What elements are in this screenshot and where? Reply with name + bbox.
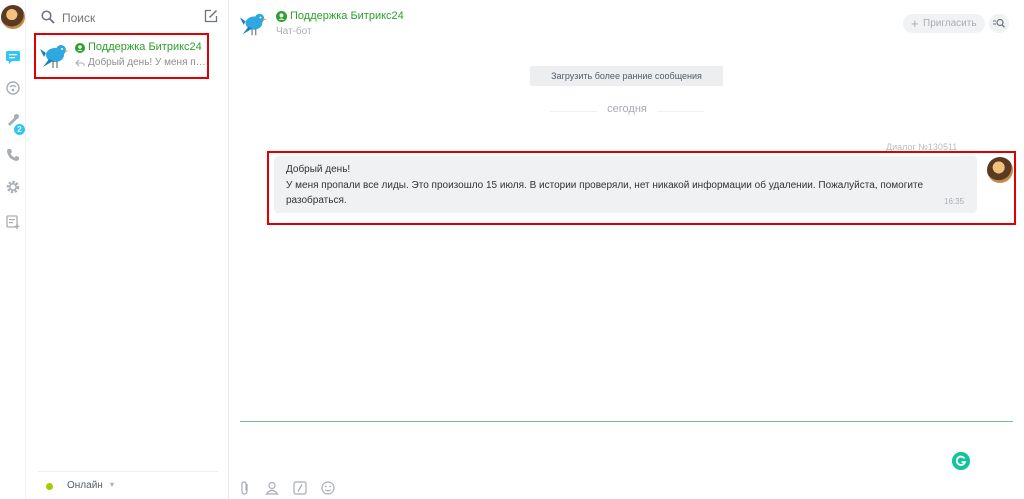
messenger-app: 2 Поиск Поддержка Битрикс24 Добрый день!… — [0, 0, 1024, 499]
search-input[interactable] — [62, 9, 192, 27]
chat-preview: Добрый день! У меня проп... — [88, 57, 208, 68]
recent-list-panel: Поддержка Битрикс24 Добрый день! У меня … — [26, 0, 229, 499]
openlines-icon[interactable] — [5, 80, 21, 96]
dialog-panel: Поддержка Битрикс24 Чат-бот Пригласить +… — [229, 0, 1024, 499]
reply-icon — [75, 59, 85, 67]
dialog-title[interactable]: Поддержка Битрикс24 — [290, 10, 404, 22]
message-time: 16:35 — [944, 197, 965, 206]
dialog-subtitle: Чат-бот — [276, 26, 312, 37]
status-label: Онлайн — [67, 480, 103, 491]
smile-icon[interactable] — [321, 481, 335, 495]
chevron-down-icon: ▾ — [110, 480, 115, 489]
left-rail: 2 — [0, 0, 26, 499]
command-icon[interactable] — [293, 481, 307, 495]
author-avatar[interactable] — [987, 157, 1013, 183]
divider — [657, 111, 704, 112]
online-dot-icon — [46, 483, 53, 490]
user-icon[interactable] — [265, 481, 279, 495]
message-line: У меня пропали все лиды. Это произошло 1… — [286, 180, 924, 191]
chat-icon[interactable] — [5, 49, 21, 65]
notification-badge: 2 — [14, 124, 25, 135]
day-separator: сегодня — [607, 103, 647, 115]
chat-name: Поддержка Битрикс24 — [88, 41, 202, 53]
attach-icon[interactable] — [238, 481, 252, 495]
message-line: разобраться. — [286, 195, 347, 206]
search-icon — [41, 10, 55, 24]
search-history-icon[interactable] — [989, 14, 1009, 33]
message-input-border — [240, 421, 1013, 422]
plus-icon: + — [911, 16, 919, 31]
online-status-icon — [276, 11, 287, 22]
compose-icon[interactable] — [204, 9, 218, 23]
online-status-icon — [75, 43, 85, 53]
settings-icon[interactable] — [5, 179, 21, 195]
bot-avatar-icon — [239, 13, 267, 36]
user-avatar[interactable] — [1, 5, 25, 29]
recent-chat-item[interactable]: Поддержка Битрикс24 Добрый день! У меня … — [34, 33, 209, 79]
load-earlier-button[interactable]: Загрузить более ранние сообщения — [530, 66, 723, 86]
grammarly-icon[interactable] — [952, 452, 970, 470]
add-list-icon[interactable] — [5, 214, 21, 230]
phone-icon[interactable] — [5, 147, 21, 163]
message-line: Добрый день! — [286, 164, 351, 175]
status-selector[interactable]: Онлайн ▾ — [38, 471, 218, 499]
bot-avatar-icon — [40, 45, 69, 68]
divider — [550, 111, 597, 112]
